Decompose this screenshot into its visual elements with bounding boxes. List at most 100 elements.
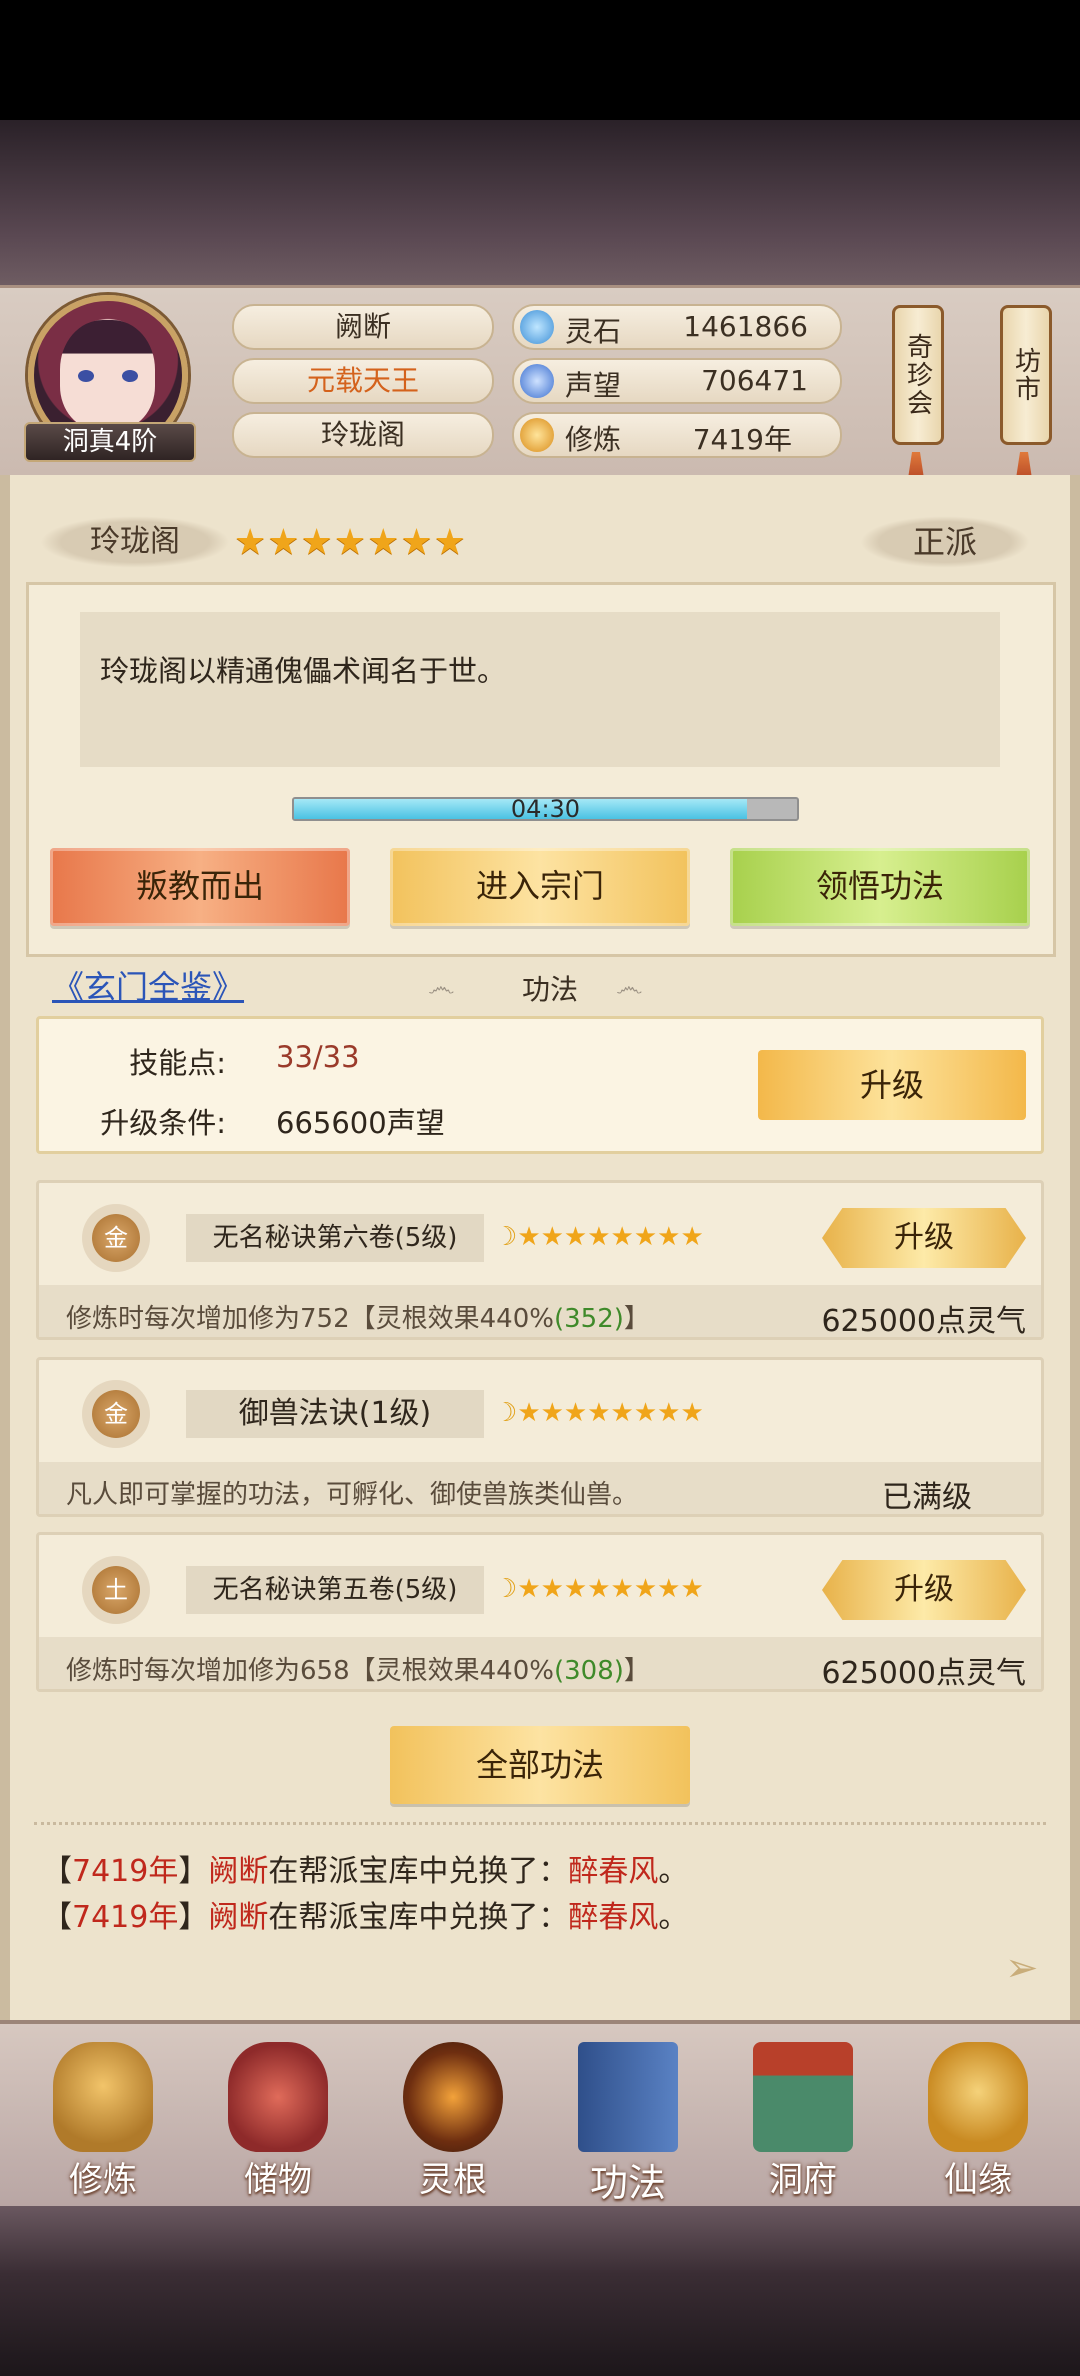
desc-text: 修炼时每次增加修为752【灵根效果440% — [66, 1304, 554, 1334]
nav-spirit-root[interactable]: 灵根 — [378, 2042, 528, 2202]
log-entry: 【7419年】阙断在帮派宝库中兑换了：醉春风。 — [42, 1892, 688, 1936]
log-player[interactable]: 阙断 — [208, 1854, 268, 1889]
moon-icon: ☽ — [494, 1398, 518, 1428]
player-name: 阙断 — [232, 304, 494, 350]
upgrade-technique-button[interactable]: 升级 — [822, 1208, 1026, 1268]
resource-label: 声望 — [565, 369, 622, 402]
star-row: ★★★★★★★★ — [517, 1222, 704, 1252]
skill-points-value: 33/33 — [276, 1040, 360, 1074]
log-item: 醉春风 — [568, 1854, 659, 1889]
upgrade-skill-button[interactable]: 升级 — [758, 1050, 1026, 1120]
nav-label: 洞府 — [769, 2160, 837, 2200]
timer-text: 04:30 — [510, 795, 581, 823]
technique-description: 凡人即可掌握的功法，可孵化、御使兽族类仙兽。 — [66, 1474, 638, 1511]
treasure-pavilion-button[interactable]: 奇珍会 — [892, 305, 944, 445]
enter-sect-button[interactable]: 进入宗门 — [390, 848, 690, 926]
resource-value: 706471 — [701, 364, 808, 397]
leave-sect-button[interactable]: 叛教而出 — [50, 848, 350, 926]
star-row: ★★★★★★★★ — [517, 1398, 704, 1428]
nav-cave[interactable]: 洞府 — [728, 2042, 878, 2202]
log-bracket: 【 — [42, 1854, 72, 1889]
log-text: 在帮派宝库中兑换了： — [268, 1900, 569, 1935]
spirit-stone-icon — [520, 310, 554, 344]
sect-stars: ★★★★★★★ — [234, 522, 467, 563]
log-text: 在帮派宝库中兑换了： — [268, 1854, 569, 1889]
nav-label: 功法 — [589, 2161, 666, 2205]
technique-stars: ☽★★★★★★★★ — [494, 1398, 704, 1428]
log-bracket: 】 — [178, 1900, 209, 1935]
log-bracket: 】 — [178, 1854, 209, 1889]
cloud-ornament-left: ෴ — [428, 970, 455, 1003]
desc-end: 】 — [623, 1304, 650, 1334]
log-item: 醉春风 — [568, 1900, 659, 1935]
storage-bag-icon — [228, 2042, 328, 2152]
sect-name: 玲珑阁 — [40, 516, 230, 568]
moon-icon: ☽ — [494, 1574, 518, 1604]
log-player[interactable]: 阙断 — [208, 1900, 268, 1935]
spirit-root-icon — [403, 2042, 503, 2152]
divider — [34, 1822, 1046, 1826]
star-row: ★★★★★★★★ — [517, 1574, 704, 1604]
technique-book-icon — [578, 2042, 678, 2152]
immortal-fate-icon — [928, 2042, 1028, 2152]
resource-value: 7419年 — [692, 423, 792, 456]
upgrade-technique-button[interactable]: 升级 — [822, 1560, 1026, 1620]
top-decoration — [0, 120, 1080, 285]
desc-bonus: (308) — [553, 1656, 624, 1686]
technique-cost: 625000点灵气 — [821, 1304, 1026, 1339]
cave-mansion-icon — [753, 2042, 853, 2152]
desc-bonus: (352) — [553, 1304, 624, 1334]
log-year: 7419年 — [72, 1854, 179, 1889]
grade-badge: 金 — [92, 1214, 140, 1262]
market-button[interactable]: 坊市 — [1000, 305, 1052, 445]
next-arrow-icon[interactable]: ➢ — [1005, 1945, 1039, 1991]
technique-description: 修炼时每次增加修为658【灵根效果440%(308)】 — [66, 1650, 650, 1687]
all-techniques-button[interactable]: 全部功法 — [390, 1726, 690, 1804]
prestige-icon — [520, 364, 554, 398]
desc-text: 修炼时每次增加修为658【灵根效果440% — [66, 1656, 554, 1686]
desc-end: 】 — [623, 1656, 650, 1686]
player-sect: 玲珑阁 — [232, 412, 494, 458]
log-year: 7419年 — [72, 1900, 179, 1935]
skill-points-label: 技能点: — [129, 1046, 226, 1080]
resource-value: 1461866 — [683, 310, 808, 343]
sect-description: 玲珑阁以精通傀儡术闻名于世。 — [80, 612, 1000, 767]
cloud-ornament-right: ෴ — [616, 970, 643, 1003]
moon-icon: ☽ — [494, 1222, 518, 1252]
technique-stars: ☽★★★★★★★★ — [494, 1574, 704, 1604]
nav-storage[interactable]: 储物 — [203, 2042, 353, 2202]
comprehend-technique-button[interactable]: 领悟功法 — [730, 848, 1030, 926]
technique-name: 无名秘诀第五卷(5级) — [186, 1566, 484, 1614]
nav-label: 修炼 — [69, 2160, 137, 2200]
technique-status: 已满级 — [882, 1480, 972, 1515]
technique-stars: ☽★★★★★★★★ — [494, 1222, 704, 1252]
log-entry: 【7419年】阙断在帮派宝库中兑换了：醉春风。 — [42, 1846, 688, 1890]
resource-label: 灵石 — [565, 315, 622, 348]
log-bracket: 【 — [42, 1900, 72, 1935]
bottom-decoration — [0, 2206, 1080, 2376]
nav-cultivate[interactable]: 修炼 — [28, 2042, 178, 2202]
technique-name: 无名秘诀第六卷(5级) — [186, 1214, 484, 1262]
log-end: 。 — [658, 1854, 689, 1889]
grade-badge: 金 — [92, 1390, 140, 1438]
grade-badge: 土 — [92, 1566, 140, 1614]
upgrade-requirement-value: 665600声望 — [276, 1106, 445, 1140]
nav-label: 灵根 — [419, 2160, 487, 2200]
technique-cost: 625000点灵气 — [821, 1656, 1026, 1691]
player-title[interactable]: 元载天王 — [232, 358, 494, 404]
nav-immortal-fate[interactable]: 仙缘 — [903, 2042, 1053, 2202]
section-title: 功法 — [521, 973, 578, 1006]
faction-label: 正派 — [860, 516, 1030, 568]
desc-text: 凡人即可掌握的功法，可孵化、御使兽族类仙兽。 — [66, 1480, 639, 1510]
cultivate-icon — [53, 2042, 153, 2152]
nav-label: 储物 — [244, 2160, 312, 2200]
status-bar-area — [0, 0, 1080, 120]
log-end: 。 — [658, 1900, 689, 1935]
guide-link[interactable]: 《玄门全鉴》 — [52, 962, 244, 1008]
technique-description: 修炼时每次增加修为752【灵根效果440%(352)】 — [66, 1298, 650, 1335]
technique-name: 御兽法诀(1级) — [186, 1390, 484, 1438]
nav-technique[interactable]: 功法 — [553, 2042, 703, 2205]
rank-badge: 洞真4阶 — [24, 422, 196, 462]
cultivation-icon — [520, 418, 554, 452]
resource-label: 修炼 — [565, 423, 622, 456]
